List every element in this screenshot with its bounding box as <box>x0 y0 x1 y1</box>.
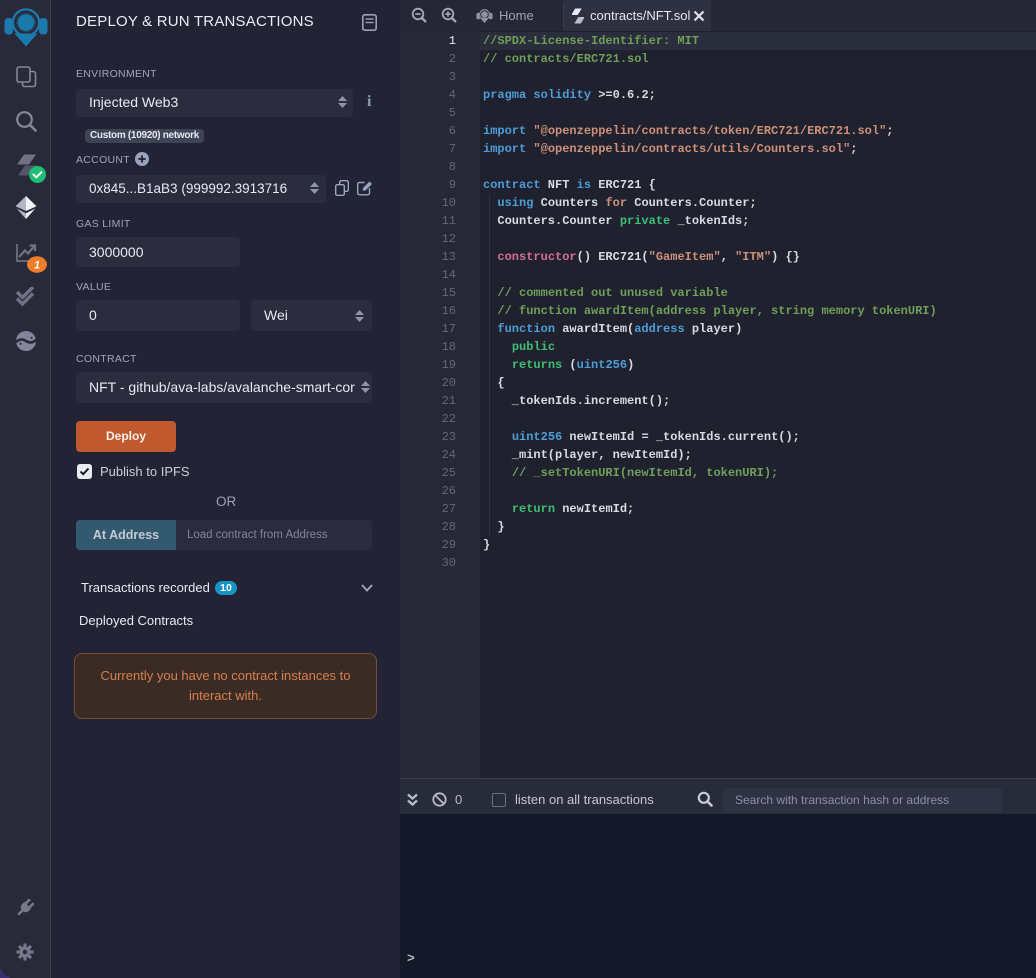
svg-text:1: 1 <box>34 260 40 272</box>
